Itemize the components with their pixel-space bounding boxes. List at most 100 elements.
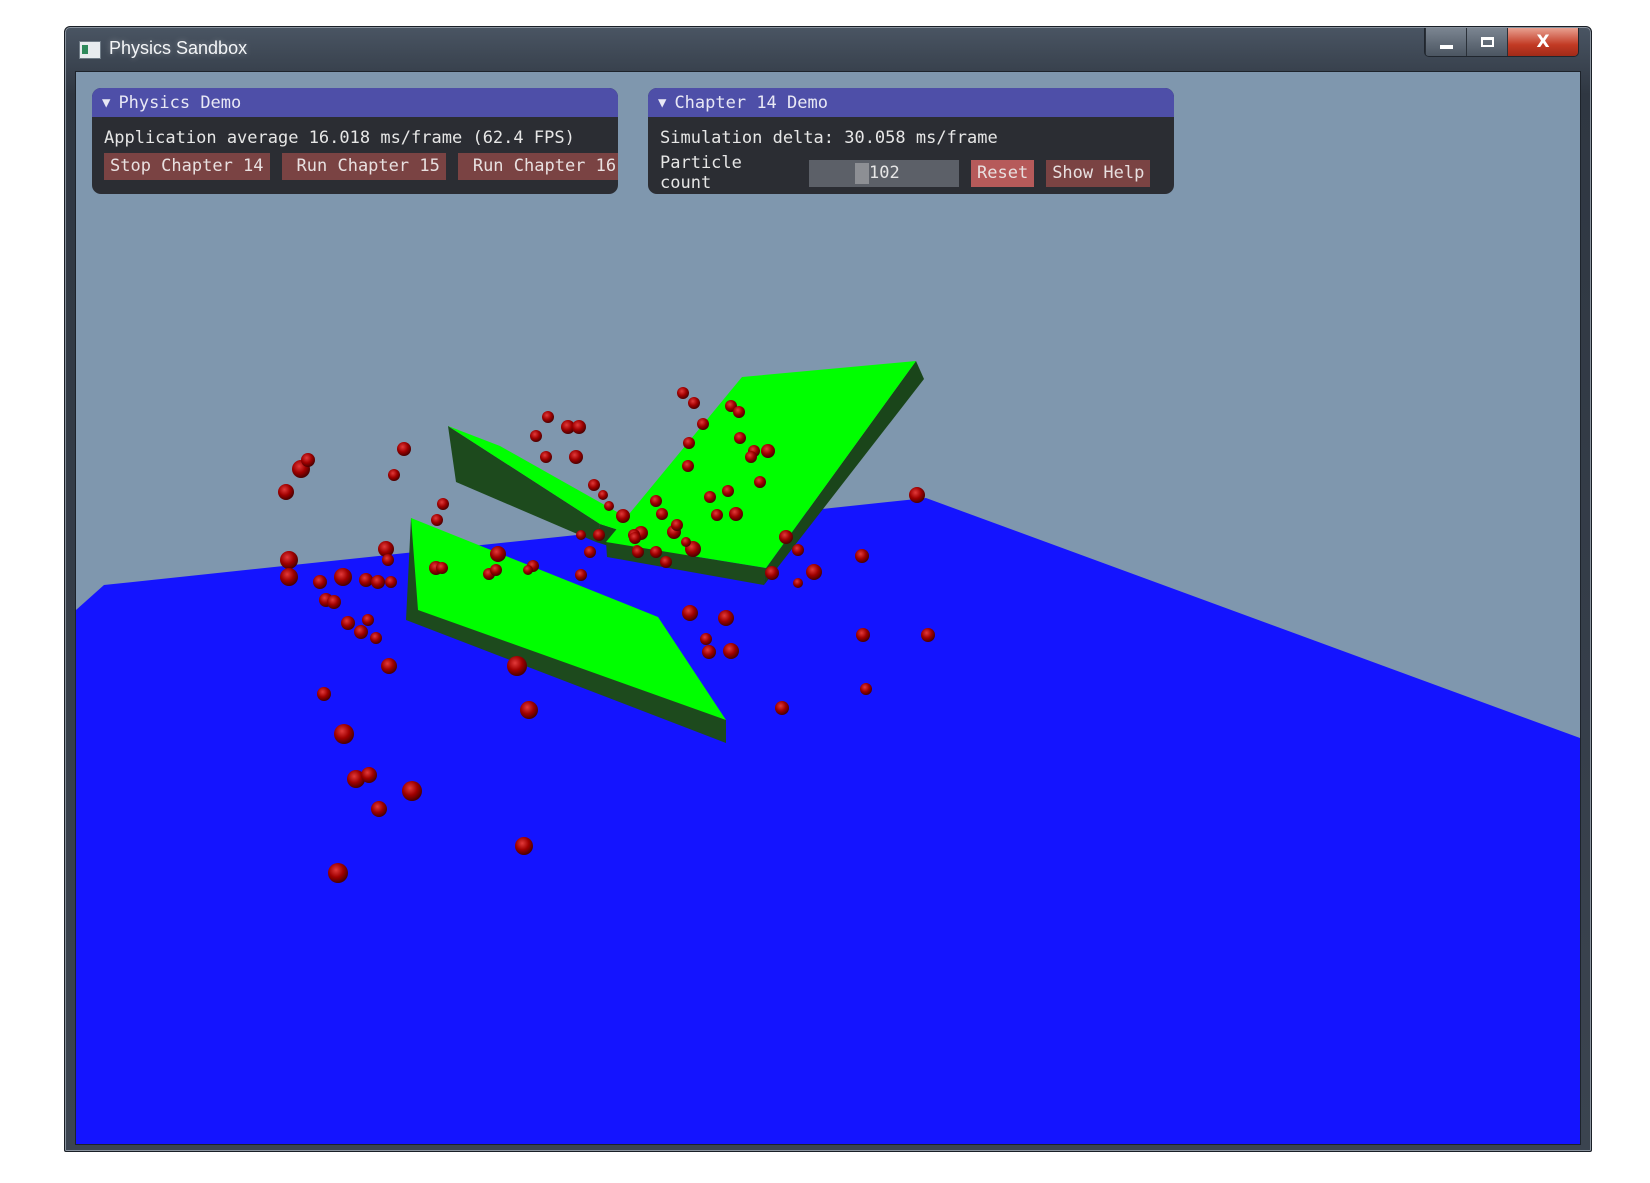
particle-sphere xyxy=(745,451,757,463)
particle-sphere xyxy=(723,643,739,659)
particle-sphere xyxy=(313,575,327,589)
particle-sphere xyxy=(280,551,298,569)
particle-sphere xyxy=(660,556,672,568)
particle-sphere xyxy=(775,701,789,715)
collapse-triangle-icon[interactable]: ▼ xyxy=(102,95,110,111)
particle-sphere xyxy=(593,529,605,541)
particle-sphere xyxy=(711,509,723,521)
minimize-icon xyxy=(1439,44,1453,49)
app-icon xyxy=(79,41,101,59)
particle-sphere xyxy=(328,863,348,883)
particle-sphere xyxy=(650,546,662,558)
particle-sphere xyxy=(436,562,448,574)
particle-sphere xyxy=(371,575,385,589)
particle-sphere xyxy=(656,508,668,520)
particle-sphere xyxy=(729,507,743,521)
particle-sphere xyxy=(334,724,354,744)
physics-demo-panel: ▼ Physics Demo Application average 16.01… xyxy=(92,88,618,194)
particle-sphere xyxy=(317,687,331,701)
particle-sphere xyxy=(682,460,694,472)
particle-sphere xyxy=(530,430,542,442)
particle-sphere xyxy=(431,514,443,526)
particle-sphere xyxy=(359,573,373,587)
panel-header[interactable]: ▼ Physics Demo xyxy=(92,88,618,117)
particle-sphere xyxy=(765,566,779,580)
particle-sphere xyxy=(734,432,746,444)
panel-header[interactable]: ▼ Chapter 14 Demo xyxy=(648,88,1174,117)
particle-sphere xyxy=(569,450,583,464)
panel-title: Physics Demo xyxy=(118,92,242,113)
stop-chapter-14-button[interactable]: Stop Chapter 14 xyxy=(104,153,270,180)
collapse-triangle-icon[interactable]: ▼ xyxy=(658,95,666,111)
scene-3d xyxy=(76,361,1580,1144)
particle-sphere xyxy=(806,564,822,580)
particle-sphere xyxy=(341,616,355,630)
particle-sphere xyxy=(909,487,925,503)
particle-sphere xyxy=(542,411,554,423)
particle-sphere xyxy=(616,509,630,523)
particle-sphere xyxy=(388,469,400,481)
reset-button[interactable]: Reset xyxy=(971,159,1035,187)
particle-sphere xyxy=(921,628,935,642)
particle-sphere xyxy=(702,645,716,659)
close-button[interactable]: X xyxy=(1507,28,1578,56)
particle-sphere xyxy=(361,767,377,783)
particle-count-value: 102 xyxy=(869,162,900,183)
particle-sphere xyxy=(540,451,552,463)
render-viewport[interactable]: ▼ Physics Demo Application average 16.01… xyxy=(75,71,1581,1145)
platform-side xyxy=(448,426,600,542)
particle-sphere xyxy=(792,544,804,556)
maximize-button[interactable] xyxy=(1466,28,1507,56)
particle-sphere xyxy=(278,484,294,500)
particle-sphere xyxy=(362,614,374,626)
particle-sphere xyxy=(682,605,698,621)
particle-sphere xyxy=(860,683,872,695)
particle-sphere xyxy=(520,701,538,719)
particle-sphere xyxy=(722,485,734,497)
particle-sphere xyxy=(402,781,422,801)
particle-sphere xyxy=(280,568,298,586)
particle-sphere xyxy=(855,549,869,563)
particle-sphere xyxy=(718,610,734,626)
particle-sphere xyxy=(604,501,614,511)
window-title: Physics Sandbox xyxy=(109,38,248,58)
panel-title: Chapter 14 Demo xyxy=(674,92,828,113)
chapter-14-demo-panel: ▼ Chapter 14 Demo Simulation delta: 30.0… xyxy=(648,88,1174,194)
app-window: Physics Sandbox X ▼ Physics Demo Applica… xyxy=(64,26,1592,1152)
particle-sphere xyxy=(490,546,506,562)
particle-sphere xyxy=(490,564,502,576)
particle-sphere xyxy=(700,633,712,645)
run-chapter-16-button[interactable]: Run Chapter 16 xyxy=(457,153,618,180)
particle-sphere xyxy=(370,632,382,644)
particle-sphere xyxy=(397,442,411,456)
minimize-button[interactable] xyxy=(1425,28,1466,56)
run-chapter-15-button[interactable]: Run Chapter 15 xyxy=(281,153,446,180)
show-help-button[interactable]: Show Help xyxy=(1046,159,1151,187)
particle-sphere xyxy=(334,568,352,586)
simulation-delta: Simulation delta: 30.058 ms/frame xyxy=(660,128,998,148)
particle-sphere xyxy=(437,498,449,510)
particle-sphere xyxy=(584,546,596,558)
particle-count-slider[interactable]: 102 xyxy=(809,159,959,187)
particle-sphere xyxy=(704,491,716,503)
particle-sphere xyxy=(576,530,586,540)
particle-sphere xyxy=(683,437,695,449)
particle-sphere xyxy=(507,656,527,676)
close-icon: X xyxy=(1536,32,1550,52)
particle-sphere xyxy=(629,532,641,544)
particle-sphere xyxy=(301,453,315,467)
window-controls: X xyxy=(1424,28,1579,57)
maximize-icon xyxy=(1480,37,1494,47)
slider-grab[interactable] xyxy=(855,162,869,184)
title-bar[interactable]: Physics Sandbox X xyxy=(65,27,1591,71)
particle-sphere xyxy=(371,801,387,817)
particle-sphere xyxy=(681,537,691,547)
particle-sphere xyxy=(598,490,608,500)
frame-stats: Application average 16.018 ms/frame (62.… xyxy=(104,128,575,148)
particle-sphere xyxy=(382,554,394,566)
particle-sphere xyxy=(354,625,368,639)
particle-sphere xyxy=(856,628,870,642)
particle-sphere xyxy=(385,576,397,588)
particle-sphere xyxy=(588,479,600,491)
particle-sphere xyxy=(632,546,644,558)
